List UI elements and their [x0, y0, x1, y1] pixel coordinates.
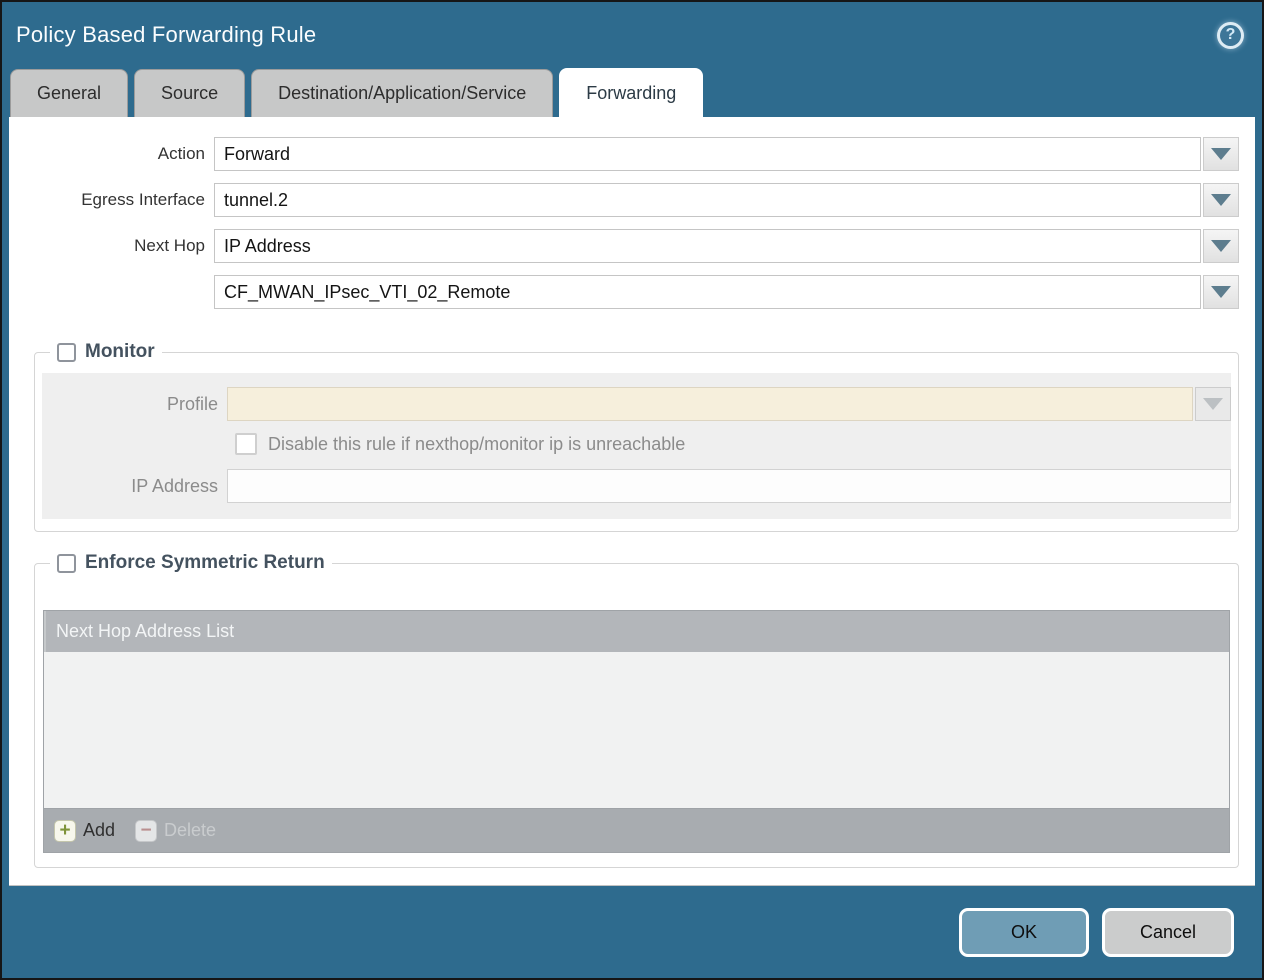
plus-icon: +	[54, 820, 76, 842]
monitor-legend: Monitor	[50, 341, 162, 363]
egress-interface-row: Egress Interface tunnel.2	[9, 183, 1239, 217]
action-combobox[interactable]: Forward	[214, 137, 1201, 171]
tab-source[interactable]: Source	[134, 69, 245, 117]
next-hop-address-list-column-header[interactable]: Next Hop Address List	[44, 611, 1229, 652]
egress-interface-dropdown-button[interactable]	[1203, 183, 1239, 217]
action-label: Action	[9, 144, 214, 164]
next-hop-type-dropdown-button[interactable]	[1203, 229, 1239, 263]
next-hop-address-row: CF_MWAN_IPsec_VTI_02_Remote	[9, 275, 1239, 309]
disable-rule-label: Disable this rule if nexthop/monitor ip …	[268, 434, 685, 455]
add-button[interactable]: + Add	[54, 820, 115, 842]
ok-button[interactable]: OK	[959, 908, 1089, 957]
help-icon[interactable]: ?	[1217, 22, 1244, 49]
minus-icon: −	[135, 820, 157, 842]
enforce-symmetric-return-checkbox[interactable]	[57, 554, 76, 573]
next-hop-address-dropdown-button[interactable]	[1203, 275, 1239, 309]
next-hop-address-list-body	[44, 652, 1229, 808]
profile-combobox	[227, 387, 1193, 421]
egress-interface-combobox[interactable]: tunnel.2	[214, 183, 1201, 217]
profile-dropdown-button	[1195, 387, 1231, 421]
egress-interface-label: Egress Interface	[9, 190, 214, 210]
monitor-ip-address-label: IP Address	[42, 476, 227, 497]
disable-rule-checkbox	[235, 433, 257, 455]
monitor-ip-address-input	[227, 469, 1231, 503]
tab-general[interactable]: General	[10, 69, 128, 117]
tabstrip: General Source Destination/Application/S…	[2, 68, 1262, 117]
chevron-down-icon	[1211, 148, 1231, 160]
tab-destination-application-service[interactable]: Destination/Application/Service	[251, 69, 553, 117]
disable-rule-row: Disable this rule if nexthop/monitor ip …	[235, 433, 1231, 455]
profile-label: Profile	[42, 394, 227, 415]
tab-forwarding[interactable]: Forwarding	[559, 68, 703, 117]
chevron-down-icon	[1211, 286, 1231, 298]
next-hop-row: Next Hop IP Address	[9, 229, 1239, 263]
chevron-down-icon	[1211, 194, 1231, 206]
chevron-down-icon	[1211, 240, 1231, 252]
delete-button: − Delete	[135, 820, 216, 842]
action-row: Action Forward	[9, 137, 1239, 171]
dialog-title: Policy Based Forwarding Rule	[16, 22, 316, 48]
action-dropdown-button[interactable]	[1203, 137, 1239, 171]
enforce-symmetric-return-legend: Enforce Symmetric Return	[50, 552, 332, 574]
profile-row: Profile	[42, 387, 1231, 421]
monitor-label: Monitor	[85, 341, 155, 363]
dialog-footer: OK Cancel	[2, 886, 1262, 978]
next-hop-address-list-grid: Next Hop Address List + Add − Delete	[43, 610, 1230, 853]
monitor-fieldset: Monitor Profile Disable this rule if nex…	[34, 341, 1239, 532]
monitor-disabled-panel: Profile Disable this rule if nexthop/mon…	[42, 373, 1231, 519]
monitor-ip-address-row: IP Address	[42, 469, 1231, 503]
next-hop-label: Next Hop	[9, 236, 214, 256]
next-hop-address-combobox[interactable]: CF_MWAN_IPsec_VTI_02_Remote	[214, 275, 1201, 309]
grid-toolbar: + Add − Delete	[44, 808, 1229, 852]
forwarding-tab-panel: Action Forward Egress Interface tunnel.2…	[9, 117, 1255, 886]
cancel-button[interactable]: Cancel	[1102, 908, 1234, 957]
next-hop-type-combobox[interactable]: IP Address	[214, 229, 1201, 263]
chevron-down-icon	[1203, 398, 1223, 410]
enforce-symmetric-return-fieldset: Enforce Symmetric Return Next Hop Addres…	[34, 552, 1239, 868]
pbf-rule-dialog: Policy Based Forwarding Rule ? General S…	[0, 0, 1264, 980]
titlebar: Policy Based Forwarding Rule ?	[2, 2, 1262, 68]
add-button-label: Add	[83, 820, 115, 841]
monitor-checkbox[interactable]	[57, 343, 76, 362]
delete-button-label: Delete	[164, 820, 216, 841]
enforce-symmetric-return-label: Enforce Symmetric Return	[85, 552, 325, 574]
